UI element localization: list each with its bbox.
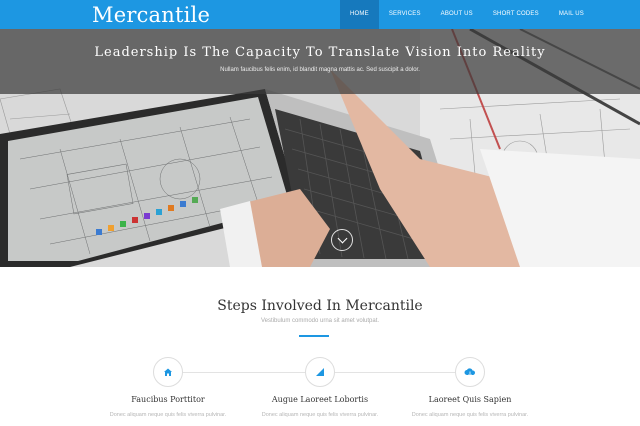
nav-home[interactable]: HOME	[340, 0, 379, 29]
hero-title: Leadership Is The Capacity To Translate …	[94, 45, 546, 60]
main-nav: HOME SERVICES ABOUT US SHORT CODES MAIL …	[340, 0, 594, 29]
step-3-text: Donec aliquam neque quis felis viverra p…	[411, 412, 529, 418]
site-logo[interactable]: Mercantile	[92, 3, 210, 27]
nav-mail-us[interactable]: MAIL US	[549, 0, 594, 29]
nav-about-us[interactable]: ABOUT US	[431, 0, 483, 29]
step-1-circle	[153, 357, 183, 387]
nav-short-codes[interactable]: SHORT CODES	[483, 0, 549, 29]
hero-subtitle: Nullam faucibus felis enim, id blandit m…	[220, 67, 420, 73]
hero-banner: Leadership Is The Capacity To Translate …	[0, 29, 640, 267]
nav-services[interactable]: SERVICES	[379, 0, 431, 29]
step-2-circle	[305, 357, 335, 387]
step-3-title: Laoreet Quis Sapien	[428, 395, 512, 404]
chevron-down-icon[interactable]	[331, 229, 353, 251]
signal-icon	[313, 365, 327, 379]
cloud-icon	[463, 365, 477, 379]
site-header: Mercantile HOME SERVICES ABOUT US SHORT …	[0, 0, 640, 29]
home-icon	[161, 365, 175, 379]
section-divider	[299, 335, 329, 337]
hero-caption-band	[0, 29, 640, 94]
step-3-circle	[455, 357, 485, 387]
section-title: Steps Involved In Mercantile	[217, 298, 423, 314]
section-subtitle: Vestibulum commodo urna sit amet volutpa…	[260, 318, 380, 324]
